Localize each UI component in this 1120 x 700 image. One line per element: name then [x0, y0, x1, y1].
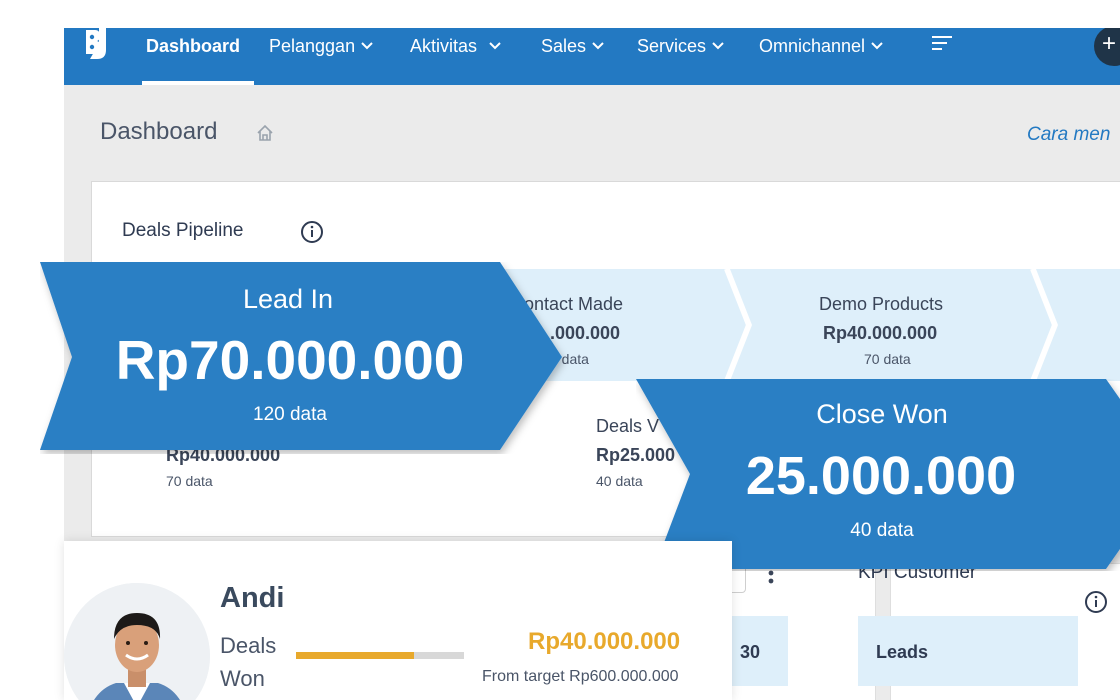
info-icon[interactable]	[1084, 590, 1108, 614]
nav-item-pelanggan[interactable]: Pelanggan	[269, 32, 373, 60]
brand-logo[interactable]	[84, 28, 124, 60]
metric-value: 30	[740, 642, 761, 662]
target-progress-bar	[296, 652, 464, 659]
nav-item-dashboard[interactable]: Dashboard	[146, 32, 240, 60]
chevron-down-icon	[712, 42, 724, 50]
nav-item-label: Pelanggan	[269, 35, 356, 56]
nav-item-omnichannel[interactable]: Omnichannel	[759, 32, 883, 60]
chevron-down-icon	[592, 42, 604, 50]
home-icon[interactable]	[256, 124, 274, 142]
chevron-down-icon	[361, 42, 373, 50]
chevron-down-icon	[489, 42, 501, 50]
nav-item-label: Sales	[541, 35, 587, 56]
stage-name: Demo Products	[819, 294, 944, 314]
sales-person-card: Andi Deals Won Rp40.000.000 From target …	[64, 541, 732, 700]
chevron-down-icon	[871, 42, 883, 50]
callout-value: Rp70.000.000	[115, 329, 465, 391]
user-photo-icon	[64, 583, 210, 700]
nav-item-sales[interactable]: Sales	[541, 32, 604, 60]
info-icon[interactable]	[300, 220, 324, 244]
callout-value: 25.000.000	[745, 446, 1017, 506]
deals-won-value: Rp40.000.000	[528, 628, 681, 655]
page-title: Dashboard	[100, 118, 218, 145]
stage-count: 70 data	[166, 473, 213, 489]
card-title: Deals Pipeline	[122, 220, 244, 241]
metric-label: Deals Won	[220, 633, 277, 691]
callout-count: 120 data	[253, 404, 327, 425]
callout-count: 40 data	[850, 520, 914, 541]
stage-value: Rp40.000.000	[823, 323, 938, 343]
nav-item-services[interactable]: Services	[637, 32, 724, 60]
add-button[interactable]: +	[1094, 28, 1120, 66]
nav-item-label: Dashboard	[146, 35, 241, 56]
nav-item-aktivitas[interactable]: Aktivitas	[410, 32, 501, 60]
menu-lines-icon[interactable]	[932, 34, 954, 52]
active-tab-indicator	[142, 81, 254, 85]
nav-item-label: Aktivitas	[410, 35, 478, 56]
avatar	[64, 583, 210, 700]
nav-item-label: Services	[637, 35, 707, 56]
lead-in-callout: Lead In Rp70.000.000 120 data	[40, 262, 570, 454]
target-progress-fill	[296, 652, 414, 659]
stage-count: 70 data	[864, 351, 911, 367]
leads-label: Leads	[876, 642, 929, 662]
target-text: From target Rp600.000.000	[482, 668, 679, 685]
sales-person-name: Andi	[220, 582, 285, 614]
callout-title: Close Won	[816, 399, 948, 429]
top-navigation-bar: Dashboard Pelanggan Aktivitas Sales Serv…	[64, 28, 1120, 85]
callout-title: Lead In	[242, 284, 334, 314]
nav-item-label: Omnichannel	[759, 35, 866, 56]
help-link[interactable]: Cara men	[1027, 124, 1110, 146]
